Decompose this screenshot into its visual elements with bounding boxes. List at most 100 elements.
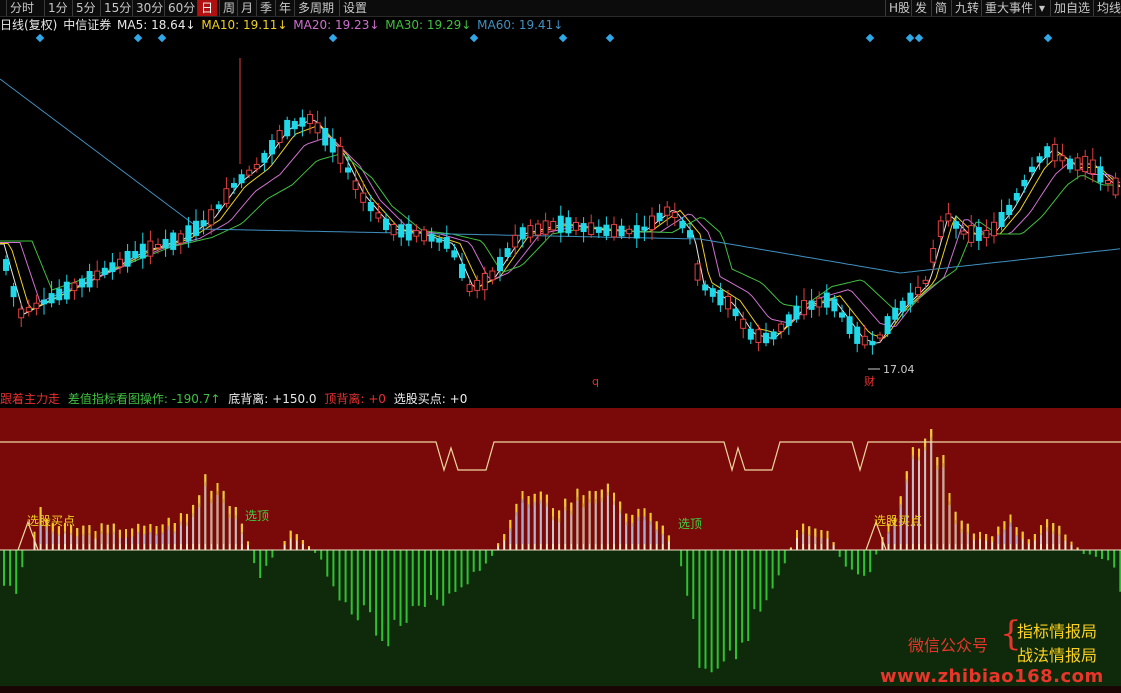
candlestick-chart[interactable]: 17.04 q 财 <box>0 34 1121 390</box>
candle-body <box>823 292 830 308</box>
candle-body <box>968 225 975 243</box>
candle-body <box>747 328 754 340</box>
candle-body <box>489 270 496 281</box>
candle-body <box>231 183 237 188</box>
event-marker-icon <box>469 34 479 43</box>
candle-body <box>94 270 101 281</box>
period-button-9[interactable]: 季 <box>256 0 274 16</box>
event-marker-icon <box>905 34 915 43</box>
candle-body <box>915 286 921 296</box>
right-tool-button-3[interactable]: 九转 <box>951 0 981 16</box>
candle-body <box>740 318 747 329</box>
indicator-bottom-div-label: 底背离: +150.0 <box>228 392 317 406</box>
candle-body <box>930 247 937 263</box>
candle-body <box>573 221 579 231</box>
candle-body <box>337 145 344 164</box>
candle-body <box>945 213 952 222</box>
right-tool-button-2[interactable]: 简 <box>931 0 951 16</box>
event-marker-icon <box>133 34 143 43</box>
candle-body <box>481 272 488 291</box>
candle-body <box>291 120 298 130</box>
candle-body <box>314 122 321 134</box>
period-button-1[interactable]: 1分 <box>44 0 70 16</box>
candle-body <box>854 326 861 344</box>
candle-body <box>1105 179 1111 185</box>
candle-body <box>177 233 184 244</box>
right-tool-button-1[interactable]: 发 <box>911 0 931 16</box>
candle-body <box>991 221 997 237</box>
candle-body <box>846 316 853 334</box>
watermark-line2: 战法情报局 <box>1017 646 1098 665</box>
candle-body <box>702 284 709 291</box>
right-tool-button-0[interactable]: H股 <box>885 0 911 16</box>
period-button-4[interactable]: 30分 <box>132 0 163 16</box>
candle-body <box>664 206 671 216</box>
candle-body <box>63 281 70 300</box>
event-marker-icon <box>35 34 45 43</box>
candle-body <box>603 224 610 236</box>
watermark-line1: 指标情报局 <box>1017 622 1098 641</box>
period-button-3[interactable]: 15分 <box>100 0 131 16</box>
period-toolbar: 分时 1分 5分 15分 30分 60分日周月季年多周期 设置 H股发简九转 重大事件 ▾ 加自选均… <box>0 0 1121 17</box>
right-tool-button-6[interactable]: 加自选 <box>1050 0 1093 16</box>
candle-body <box>998 211 1005 228</box>
candle-body <box>785 314 792 327</box>
candle-body <box>322 127 329 146</box>
candle-body <box>1097 166 1104 183</box>
period-button-12[interactable]: 设置 <box>339 0 369 16</box>
candle-body <box>413 230 420 237</box>
candle-body <box>360 192 367 203</box>
candle-body <box>755 329 762 343</box>
candle-body <box>595 226 602 233</box>
indicator-legend: 跟着主力走 差值指标看图操作: -190.7↑ 底背离: +150.0 顶背离:… <box>0 391 471 407</box>
candle-body <box>390 223 397 236</box>
candle-body <box>869 341 876 346</box>
candle-body <box>428 234 435 242</box>
candle-body <box>580 223 587 233</box>
candle-body <box>33 302 40 309</box>
candle-body <box>1051 143 1058 162</box>
ma10-label: MA10: 19.11↓ <box>201 18 288 32</box>
candle-body <box>801 300 807 316</box>
candle-body <box>770 331 777 340</box>
stock-name: 中信证券 <box>63 18 112 32</box>
candle-body <box>79 278 85 288</box>
candle-body <box>626 228 633 235</box>
period-button-8[interactable]: 月 <box>237 0 255 16</box>
candle-body <box>421 229 427 242</box>
candle-body <box>960 230 967 235</box>
candle-body <box>839 312 845 318</box>
candle-body <box>170 232 177 250</box>
candle-body <box>56 288 63 301</box>
period-button-11[interactable]: 多周期 <box>294 0 338 16</box>
candle-body <box>41 299 47 305</box>
candle-body <box>679 220 686 229</box>
candle-body <box>922 279 929 285</box>
candle-body <box>193 220 199 236</box>
right-tool-button-7[interactable]: 均线 <box>1093 0 1121 16</box>
period-button-7[interactable]: 周 <box>219 0 237 16</box>
event-marker-icon <box>1043 34 1053 43</box>
candle-body <box>329 138 336 153</box>
candle-body <box>238 174 245 184</box>
candle-body <box>86 271 93 288</box>
candle-body <box>725 295 731 310</box>
period-button-5[interactable]: 60分 <box>164 0 196 16</box>
period-button-0[interactable]: 分时 <box>6 0 42 16</box>
candle-body <box>861 335 868 346</box>
candle-body <box>155 243 161 249</box>
right-tool-button-4[interactable]: 重大事件 <box>981 0 1035 16</box>
candle-body <box>1067 158 1073 170</box>
period-button-2[interactable]: 5分 <box>72 0 98 16</box>
right-tool-button-5[interactable]: ▾ <box>1035 0 1050 16</box>
period-button-6[interactable]: 日 <box>197 0 217 16</box>
candle-body <box>299 117 306 127</box>
candle-body <box>208 209 215 226</box>
period-button-10[interactable]: 年 <box>275 0 293 16</box>
candle-body <box>375 212 382 219</box>
event-marker-icon <box>558 34 568 43</box>
event-marker-icon <box>605 34 615 43</box>
low-price-label: 17.04 <box>883 363 915 376</box>
candle-body <box>269 140 275 155</box>
candle-body <box>132 250 139 259</box>
